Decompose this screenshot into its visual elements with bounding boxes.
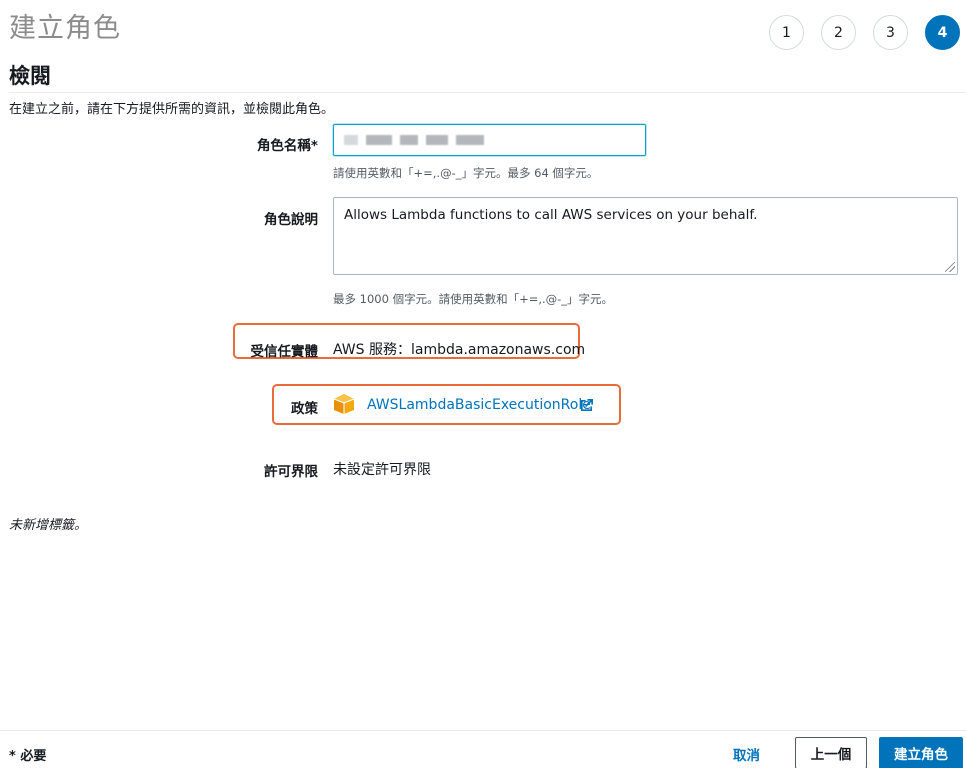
wizard-steps: 1 2 3 4 <box>769 15 960 50</box>
role-name-hint: 請使用英數和「+=,.@-_」字元。最多 64 個字元。 <box>333 166 599 180</box>
policies-label: 政策 <box>291 401 318 417</box>
step-3-indicator: 3 <box>873 15 908 50</box>
role-description-textarea[interactable]: Allows Lambda functions to call AWS serv… <box>333 197 958 275</box>
required-note: * 必要 <box>9 749 47 764</box>
section-divider <box>9 92 966 93</box>
cancel-button[interactable]: 取消 <box>733 744 760 764</box>
aws-managed-policy-icon <box>333 394 355 414</box>
external-link-icon[interactable] <box>579 398 594 413</box>
intro-text: 在建立之前，請在下方提供所需的資訊，並檢閱此角色。 <box>9 102 335 117</box>
footer-divider <box>0 730 966 731</box>
permissions-boundary-label: 許可界限 <box>264 464 318 480</box>
previous-button[interactable]: 上一個 <box>795 737 867 768</box>
policy-link[interactable]: AWSLambdaBasicExecutionRole <box>367 397 591 413</box>
role-description-label: 角色說明 <box>264 212 318 228</box>
step-4-indicator: 4 <box>925 15 960 50</box>
trusted-entities-label: 受信任實體 <box>250 344 319 360</box>
trusted-entities-value: AWS 服務：lambda.amazonaws.com <box>333 342 586 358</box>
role-name-label: 角色名稱* <box>256 138 318 154</box>
no-tags-text: 未新增標籤。 <box>9 518 88 533</box>
role-name-input[interactable] <box>333 124 646 156</box>
step-1-indicator: 1 <box>769 15 804 50</box>
step-2-indicator: 2 <box>821 15 856 50</box>
page-title: 建立角色 <box>9 13 121 44</box>
section-title: 檢閱 <box>9 64 51 88</box>
role-description-value: Allows Lambda functions to call AWS serv… <box>344 207 758 223</box>
permissions-boundary-value: 未設定許可界限 <box>333 462 431 478</box>
create-role-button[interactable]: 建立角色 <box>879 737 963 768</box>
resize-grip-icon[interactable] <box>945 262 955 272</box>
redacted-role-name <box>344 135 484 145</box>
role-description-hint: 最多 1000 個字元。請使用英數和「+=,.@-_」字元。 <box>333 292 614 306</box>
